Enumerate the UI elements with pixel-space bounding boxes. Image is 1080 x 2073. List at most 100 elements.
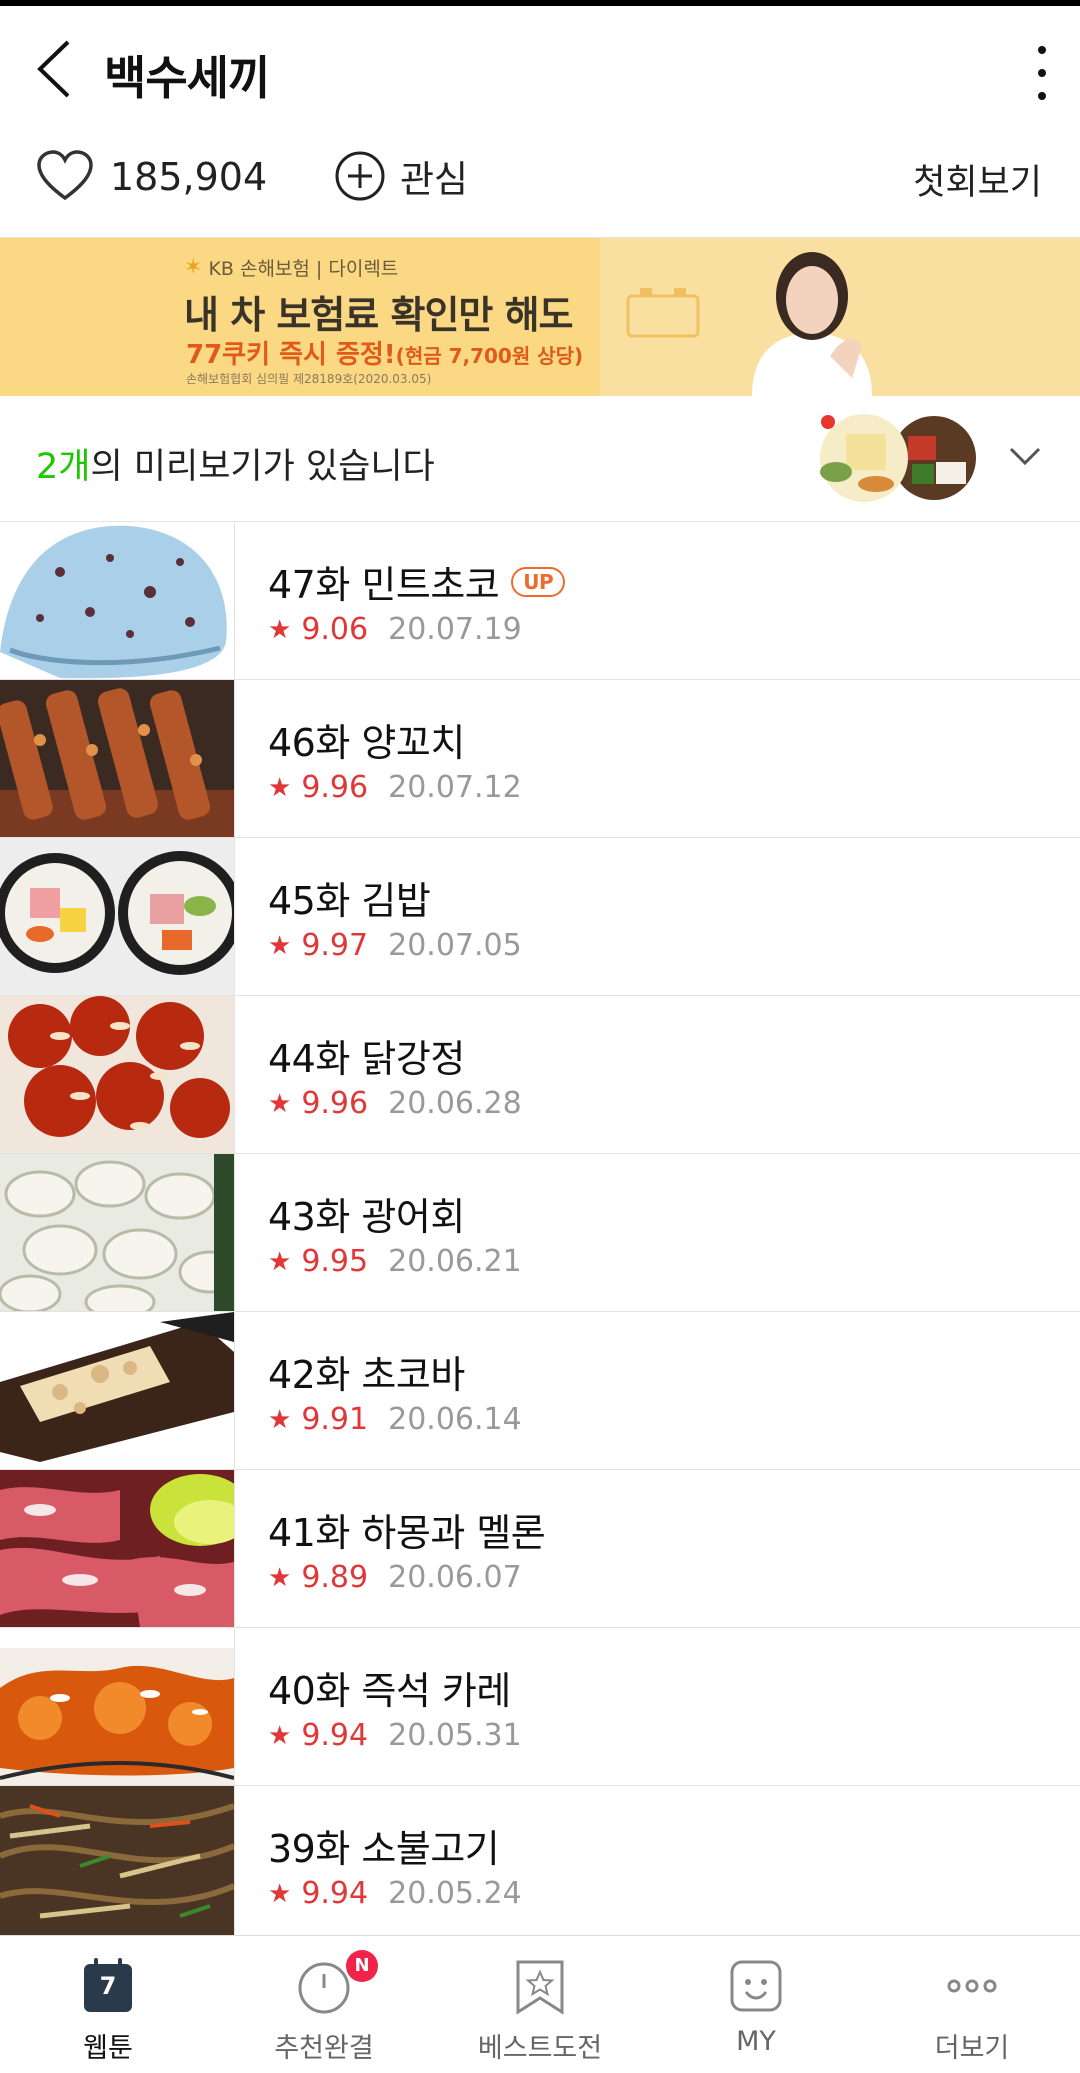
episode-date: 20.06.28 <box>388 1086 522 1121</box>
episode-row[interactable]: 41화 하몽과 멜론 ★ 9.89 20.06.07 <box>0 1470 1080 1628</box>
favorite-button[interactable]: 관심 <box>334 146 468 206</box>
episode-row[interactable]: 46화 양꼬치 ★ 9.96 20.07.12 <box>0 680 1080 838</box>
star-icon: ★ <box>268 1246 292 1277</box>
ad-offer-sub: (현금 7,700원 상당) <box>395 344 584 368</box>
episode-row[interactable]: 47화 민트초코 UP ★ 9.06 20.07.19 <box>0 522 1080 680</box>
episode-title-text: 42화 초코바 <box>268 1353 465 1397</box>
tab-best-challenge[interactable]: 베스트도전 <box>432 1936 648 2073</box>
episode-thumbnail <box>0 1154 234 1311</box>
tab-my[interactable]: MY <box>648 1936 864 2073</box>
episode-thumbnail <box>0 996 234 1153</box>
app-header: 백수세끼 <box>0 6 1080 124</box>
episode-thumbnail <box>0 522 234 679</box>
chevron-down-icon[interactable] <box>1008 444 1042 468</box>
bottom-tab-bar: 7 웹툰 N 추천완결 베스트도전 MY 더보기 <box>0 1935 1080 2073</box>
new-badge: N <box>346 1950 378 1982</box>
like-count: 185,904 <box>110 155 268 199</box>
episode-rating: 9.96 <box>301 770 369 805</box>
timer-icon <box>298 1962 350 2014</box>
episode-title-text: 47화 민트초코 <box>268 563 500 607</box>
star-icon: ★ <box>268 1404 292 1435</box>
thumb-divider <box>234 838 235 995</box>
thumb-divider <box>234 1628 235 1785</box>
episode-date: 20.06.07 <box>388 1560 522 1595</box>
preview-message: 2개의 미리보기가 있습니다 <box>36 438 435 489</box>
star-icon: ★ <box>268 1720 292 1751</box>
kb-logo-icon: ✶ <box>184 255 203 280</box>
tab-label: 추천완결 <box>274 2033 374 2064</box>
episode-title-text: 46화 양꼬치 <box>268 721 465 765</box>
episode-list: 47화 민트초코 UP ★ 9.06 20.07.19 46화 양꼬치 ★ 9.… <box>0 522 1080 1944</box>
episode-row[interactable]: 40화 즉석 카레 ★ 9.94 20.05.31 <box>0 1628 1080 1786</box>
episode-rating: 9.97 <box>301 928 369 963</box>
episode-rating: 9.95 <box>301 1244 369 1279</box>
episode-meta: ★ 9.95 20.06.21 <box>268 1244 522 1279</box>
ad-model-image <box>752 252 872 396</box>
episode-rating: 9.96 <box>301 1086 369 1121</box>
stats-bar: 185,904 관심 첫회보기 <box>0 124 1080 238</box>
star-icon: ★ <box>268 1562 292 1593</box>
tab-more[interactable]: 더보기 <box>864 1936 1080 2073</box>
star-icon: ★ <box>268 1878 292 1909</box>
episode-meta: ★ 9.94 20.05.24 <box>268 1876 522 1911</box>
more-horizontal-icon <box>947 1979 997 1993</box>
ad-offer-main: 77쿠키 즉시 증정! <box>186 340 396 370</box>
battery-icon <box>626 288 700 338</box>
episode-row[interactable]: 44화 닭강정 ★ 9.96 20.06.28 <box>0 996 1080 1154</box>
episode-title-text: 41화 하몽과 멜론 <box>268 1511 546 1555</box>
heart-icon[interactable] <box>36 150 94 202</box>
episode-date: 20.07.19 <box>388 612 522 647</box>
smile-icon <box>730 1960 782 2012</box>
episode-date: 20.05.31 <box>388 1718 522 1753</box>
more-vertical-icon[interactable] <box>1030 40 1054 106</box>
ad-brand: ✶ KB 손해보험 | 다이렉트 <box>184 254 398 281</box>
episode-title-text: 39화 소불고기 <box>268 1827 500 1871</box>
tab-webtoon[interactable]: 7 웹툰 <box>0 1936 216 2073</box>
episode-date: 20.07.05 <box>388 928 522 963</box>
preview-thumbnails <box>820 414 976 502</box>
episode-title: 42화 초코바 <box>268 1344 465 1399</box>
episode-row[interactable]: 42화 초코바 ★ 9.91 20.06.14 <box>0 1312 1080 1470</box>
tab-recommend[interactable]: N 추천완결 <box>216 1936 432 2073</box>
episode-row[interactable]: 39화 소불고기 ★ 9.94 20.05.24 <box>0 1786 1080 1944</box>
ad-fine-print: 손해보험협회 심의필 제28189호(2020.03.05) <box>186 372 432 386</box>
episode-meta: ★ 9.94 20.05.31 <box>268 1718 522 1753</box>
episode-meta: ★ 9.89 20.06.07 <box>268 1560 522 1595</box>
plus-circle-icon <box>335 151 385 201</box>
episode-date: 20.05.24 <box>388 1876 522 1911</box>
episode-title: 39화 소불고기 <box>268 1818 500 1873</box>
episode-rating: 9.89 <box>301 1560 369 1595</box>
star-icon: ★ <box>268 772 292 803</box>
up-badge: UP <box>511 566 566 597</box>
episode-meta: ★ 9.06 20.07.19 <box>268 612 522 647</box>
preview-bar[interactable]: 2개의 미리보기가 있습니다 <box>0 396 1080 522</box>
thumb-divider <box>234 1312 235 1469</box>
star-icon: ★ <box>268 930 292 961</box>
episode-rating: 9.91 <box>301 1402 369 1437</box>
episode-thumbnail <box>0 1628 234 1785</box>
episode-row[interactable]: 45화 김밥 ★ 9.97 20.07.05 <box>0 838 1080 996</box>
episode-title: 47화 민트초코 UP <box>268 554 566 609</box>
tab-label: MY <box>736 2026 776 2057</box>
episode-meta: ★ 9.91 20.06.14 <box>268 1402 522 1437</box>
episode-title-text: 45화 김밥 <box>268 879 431 923</box>
thumb-divider <box>234 680 235 837</box>
episode-title: 44화 닭강정 <box>268 1028 465 1083</box>
thumb-divider <box>234 1786 235 1943</box>
first-episode-link[interactable]: 첫회보기 <box>913 154 1042 205</box>
bookmark-star-icon <box>516 1960 564 2015</box>
ad-banner[interactable]: ✶ KB 손해보험 | 다이렉트 내 차 보험료 확인만 해도 77쿠키 즉시 … <box>0 238 1080 396</box>
episode-date: 20.06.21 <box>388 1244 522 1279</box>
thumb-divider <box>234 1470 235 1627</box>
episode-title: 41화 하몽과 멜론 <box>268 1502 546 1557</box>
preview-text: 의 미리보기가 있습니다 <box>90 447 435 487</box>
chevron-left-icon[interactable] <box>28 36 82 102</box>
ad-headline: 내 차 보험료 확인만 해도 <box>184 293 574 337</box>
episode-rating: 9.06 <box>301 612 369 647</box>
page-title: 백수세끼 <box>104 51 270 105</box>
episode-title: 45화 김밥 <box>268 870 431 925</box>
episode-thumbnail <box>0 838 234 995</box>
thumb-divider <box>234 996 235 1153</box>
episode-row[interactable]: 43화 광어회 ★ 9.95 20.06.21 <box>0 1154 1080 1312</box>
ad-brand-text: KB 손해보험 | 다이렉트 <box>208 258 399 280</box>
